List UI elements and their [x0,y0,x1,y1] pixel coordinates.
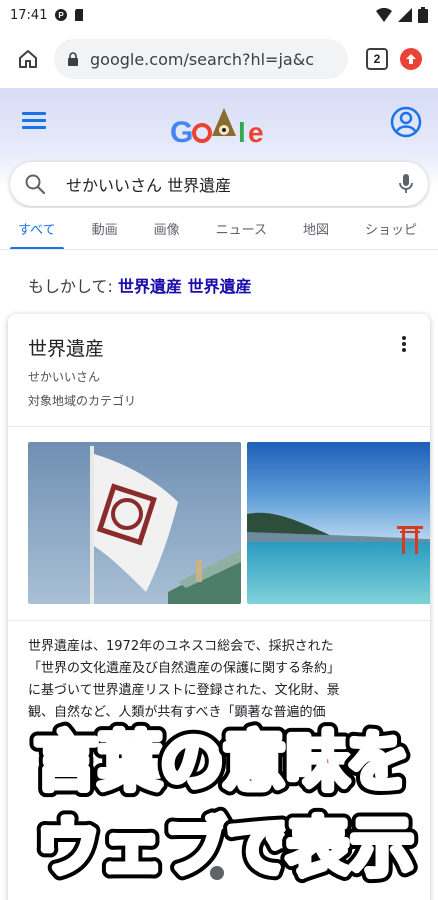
divider [8,426,430,427]
arrow-up-icon [406,54,416,64]
menu-icon[interactable] [22,112,46,130]
search-query: せかいいさん 世界遺産 [66,176,232,195]
google-doodle-logo[interactable]: G l e [168,104,272,148]
tab-all[interactable]: すべて [0,208,74,249]
lock-icon [68,52,78,66]
card-title: 世界遺産 [28,338,105,360]
banner-word-de: で [226,812,290,886]
flag-image[interactable] [28,442,241,604]
tab-images[interactable]: 画像 [136,208,198,249]
tab-shopping[interactable]: ショッピ [347,208,435,249]
did-you-mean-prefix: もしかして: [28,277,118,296]
description-line: に基づいて世界遺産リストに登録された、文化財、景 [28,683,340,698]
app-notification-icon: P [55,9,68,21]
card-description: 世界遺産は、1972年のユネスコ総会で、採択された 「世界の文化遺産及び自然遺産… [28,636,418,724]
did-you-mean-link[interactable]: 世界遺産 世界遺産 [118,277,252,296]
promo-banner: 言葉 言葉 の の 意味 意味 を を ウェブ ウェブ で で 表示 表示 [0,712,438,900]
tab-switcher-button[interactable]: 2 [366,48,388,70]
search-input[interactable]: せかいいさん 世界遺産 [10,162,428,206]
svg-text:l: l [238,117,246,148]
wifi-icon [376,8,392,22]
banner-word-no: の [160,726,224,800]
svg-text:G: G [170,116,193,148]
search-icon [25,174,46,195]
tab-maps[interactable]: 地図 [285,208,347,249]
tab-news[interactable]: ニュース [198,208,285,249]
description-line: 「世界の文化遺産及び自然遺産の保護に関する条約」 [28,661,341,676]
card-category: 対象地域のカテゴリ [28,394,137,408]
divider [8,620,430,621]
description-line: 世界遺産は、1972年のユネスコ総会で、採択された [28,639,334,654]
banner-word-wo: を [346,726,410,800]
url-text: google.com/search?hl=ja&c [90,49,314,69]
account-icon[interactable] [390,106,422,138]
sd-card-icon [75,9,84,21]
banner-word-hyouji: 表示 [286,812,414,886]
status-bar: 17:41 P [0,0,438,30]
search-tabs: すべて 動画 画像 ニュース 地図 ショッピ [0,208,438,250]
home-icon [19,50,37,68]
mic-icon[interactable] [398,172,414,196]
browser-toolbar: google.com/search?hl=ja&c 2 [0,30,438,88]
home-button[interactable] [8,39,48,79]
seascape-image[interactable] [247,442,430,604]
more-options-icon[interactable] [402,336,408,354]
screen: 17:41 P google.com/search?hl=ja&c 2 G l … [0,0,438,900]
promo-banner-art: 言葉 言葉 の の 意味 意味 を を ウェブ ウェブ で で 表示 表示 [27,719,421,893]
signal-icon [398,8,412,22]
svg-text:P: P [59,11,65,20]
banner-word-web: ウェブ [36,812,228,886]
update-button[interactable] [400,48,422,70]
banner-word-imi: 意味 [222,726,350,800]
tab-videos[interactable]: 動画 [74,208,136,249]
battery-icon [418,7,428,23]
svg-text:e: e [248,117,264,148]
did-you-mean: もしかして: 世界遺産 世界遺産 [28,273,252,297]
address-bar[interactable]: google.com/search?hl=ja&c [54,39,348,79]
status-time: 17:41 [10,7,48,23]
card-reading: せかいいさん [28,370,101,384]
banner-word-kotoba: 言葉 [34,726,163,800]
